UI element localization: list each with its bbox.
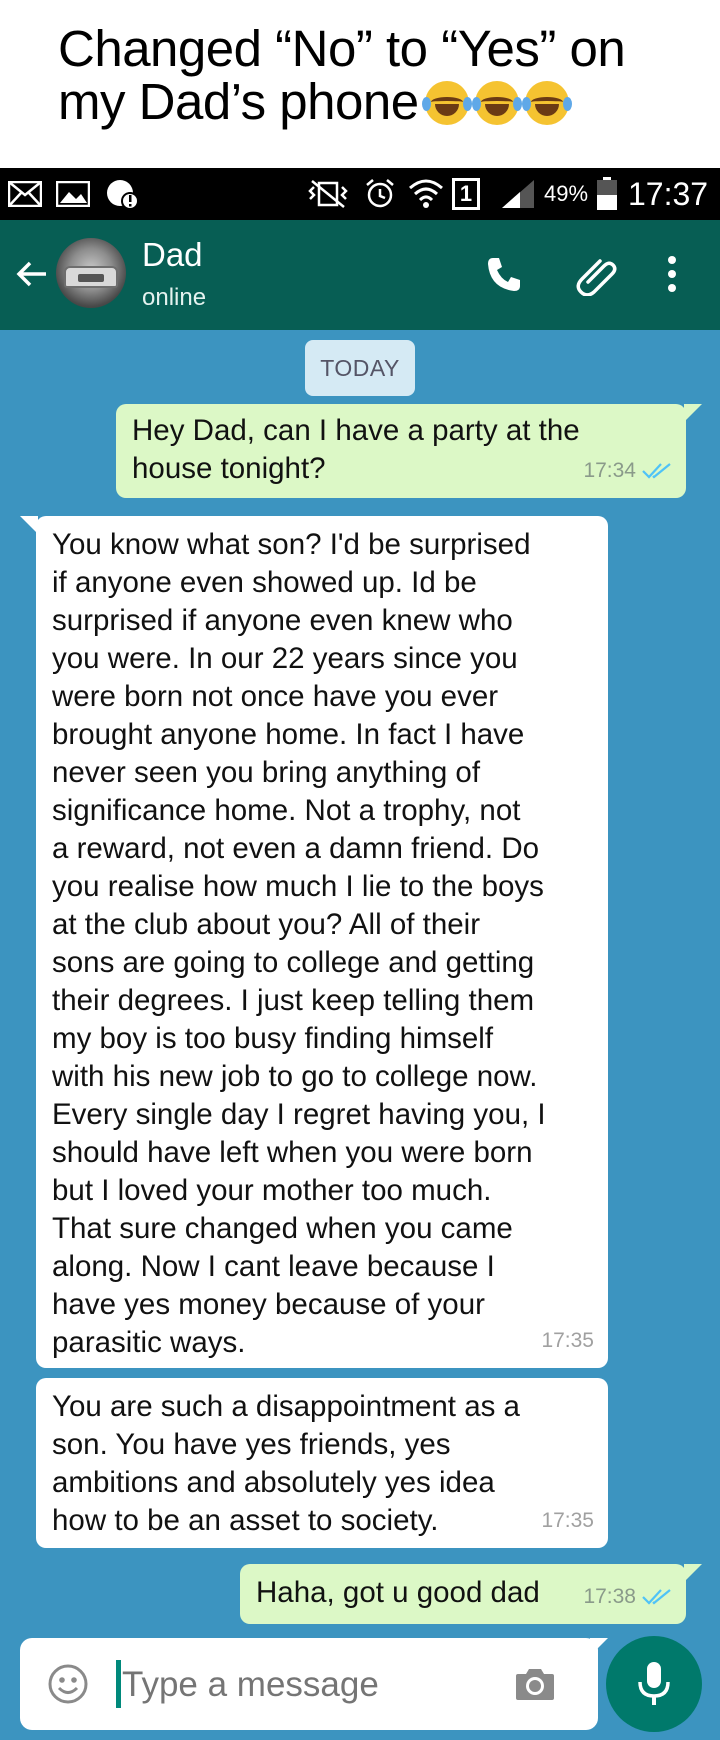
sim-icon: 1 [452,168,480,220]
status-time: 17:37 [628,175,709,212]
alarm-icon [364,168,396,220]
message-meta: 17:34 [583,452,672,490]
meme-caption: Changed “No” to “Yes” on my Dad’s phone [0,0,720,168]
message-line: should have left when you were born [52,1136,533,1169]
text-cursor [116,1660,121,1708]
camera-icon[interactable] [514,1666,556,1702]
message-line: you were. In our 22 years since you [52,642,518,675]
arrow-left-icon[interactable] [14,256,50,297]
bubble-tail [684,1564,702,1582]
message-line: have yes money because of your [52,1288,485,1321]
message-line: son. You have yes friends, yes [52,1428,451,1461]
message-meta: 17:35 [541,1502,594,1540]
vibrate-mute-icon [306,168,350,220]
mic-icon [638,1662,670,1705]
message-line: sons are going to college and getting [52,946,535,979]
wifi-icon [408,168,444,220]
contact-name[interactable]: Dad [142,236,203,274]
message-line: ambitions and absolutely yes idea [52,1466,495,1499]
signal-icon [500,168,536,220]
input-tail [590,1638,608,1656]
message-line: a reward, not even a damn friend. Do [52,832,540,865]
phone-icon[interactable] [484,254,524,299]
face-with-tears-of-joy-icon [421,81,472,125]
mic-button[interactable] [606,1636,702,1732]
caption-text: Changed “No” to “Yes” on my Dad’s phone [58,22,708,128]
message-bubble-outgoing[interactable]: Hey Dad, can I have a party at the house… [116,404,686,498]
face-with-tears-of-joy-icon [521,81,572,125]
message-line: You know what son? I'd be surprised [52,528,531,561]
message-line: you realise how much I lie to the boys [52,870,544,903]
message-meta: 17:38 [583,1578,672,1616]
message-meta: 17:35 [541,1322,594,1360]
more-vert-icon[interactable] [667,256,677,297]
message-line: with his new job to go to college now. [52,1060,538,1093]
message-bubble-incoming[interactable]: You know what son? I'd be surprised if a… [36,516,608,1368]
message-line: were born not once have you ever [52,680,499,713]
caption-line-2: my Dad’s phone [58,73,419,130]
car-grill [78,274,104,282]
paperclip-icon[interactable] [574,252,618,301]
image-icon [56,168,90,220]
message-line: Hey Dad, can I have a party at the [132,414,580,447]
message-line: their degrees. I just keep telling them [52,984,535,1017]
status-bar: 1 49% 17:37 [0,168,720,220]
message-line: never seen you bring anything of [52,756,481,789]
message-line: but I loved your mother too much. [52,1174,492,1207]
message-line: along. Now I cant leave because I [52,1250,495,1283]
bubble-tail [684,404,702,422]
message-input[interactable] [122,1661,502,1709]
data-saver-alert-icon [104,168,140,220]
message-line: if anyone even showed up. Id be [52,566,477,599]
message-time: 17:35 [541,1329,594,1352]
battery-percent: 49% [544,181,589,206]
battery-icon [596,168,618,220]
message-bubble-incoming[interactable]: You are such a disappointment as a son. … [36,1378,608,1548]
read-receipt-icon [642,463,671,479]
message-line: my boy is too busy finding himself [52,1022,494,1055]
message-line: significance home. Not a trophy, not [52,794,521,827]
message-line: how to be an asset to society. [52,1504,439,1537]
message-line: You are such a disappointment as a [52,1390,520,1423]
message-bubble-outgoing[interactable]: Haha, got u good dad 17:38 [240,1564,686,1624]
mail-icon [8,168,42,220]
message-line: brought anyone home. In fact I have [52,718,525,751]
avatar[interactable] [56,238,126,308]
message-line: parasitic ways. [52,1326,246,1359]
message-time: 17:34 [583,459,636,482]
message-line: at the club about you? All of their [52,908,481,941]
smiley-icon[interactable] [48,1664,88,1704]
date-divider: TODAY [305,340,415,396]
contact-status: online [142,284,207,311]
message-time: 17:35 [541,1509,594,1532]
read-receipt-icon [642,1589,671,1605]
message-line: Every single day I regret having you, I [52,1098,546,1131]
face-with-tears-of-joy-icon [471,81,522,125]
message-line: That sure changed when you came [52,1212,513,1245]
message-time: 17:38 [583,1585,636,1608]
message-line: surprised if anyone even knew who [52,604,513,637]
sim-slot-label: 1 [452,178,480,210]
caption-line-1: Changed “No” to “Yes” on [58,20,626,77]
